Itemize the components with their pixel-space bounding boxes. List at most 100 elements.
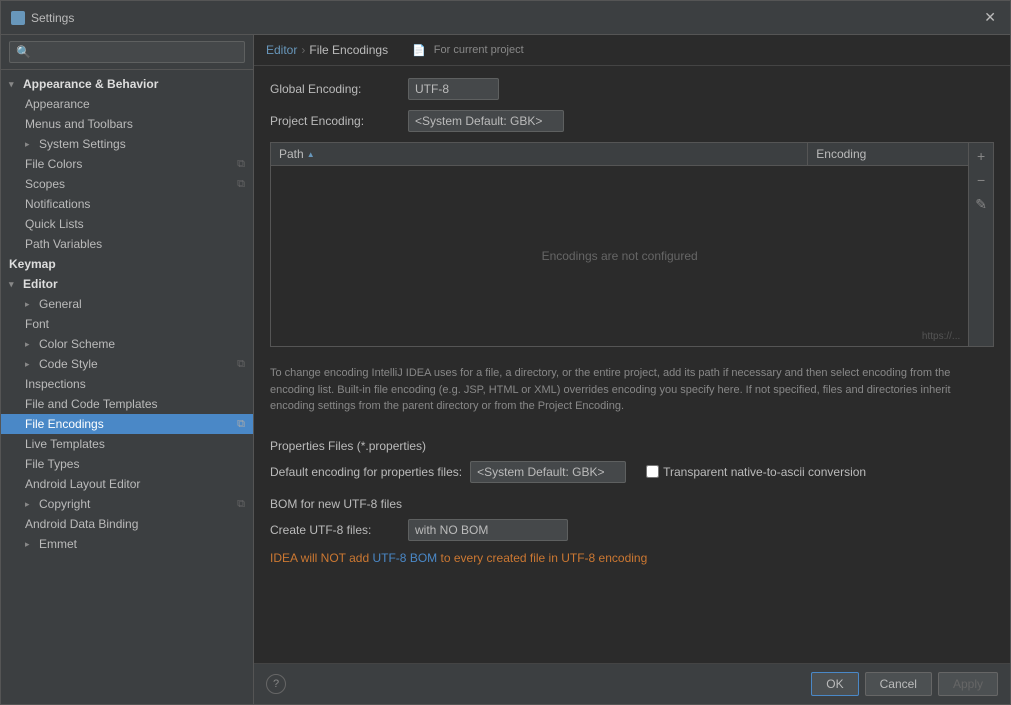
create-utf8-select[interactable]: with NO BOM with BOM: [408, 519, 568, 541]
sidebar-item-file-encodings[interactable]: File Encodings ⧉: [1, 414, 253, 434]
bottom-bar: ? OK Cancel Apply: [254, 663, 1010, 704]
global-encoding-row: Global Encoding: UTF-8 UTF-16 ISO-8859-1…: [270, 78, 994, 100]
bom-section-title: BOM for new UTF-8 files: [270, 493, 994, 511]
add-row-button[interactable]: +: [971, 145, 991, 167]
global-encoding-select[interactable]: UTF-8 UTF-16 ISO-8859-1 GBK: [408, 78, 499, 100]
sidebar-item-quick-lists[interactable]: Quick Lists: [1, 214, 253, 234]
project-encoding-select[interactable]: <System Default: GBK> UTF-8 UTF-16: [408, 110, 564, 132]
sidebar-item-appearance[interactable]: Appearance: [1, 94, 253, 114]
sidebar-item-code-style[interactable]: ▸ Code Style ⧉: [1, 354, 253, 374]
sidebar-item-color-scheme[interactable]: ▸ Color Scheme: [1, 334, 253, 354]
help-button[interactable]: ?: [266, 674, 286, 694]
properties-encoding-select[interactable]: <System Default: GBK> UTF-8 UTF-16: [470, 461, 626, 483]
sort-arrow-path: ▲: [307, 150, 315, 159]
settings-content: Global Encoding: UTF-8 UTF-16 ISO-8859-1…: [254, 66, 1010, 663]
app-icon: [11, 11, 25, 25]
sidebar: ▾ Appearance & Behavior Appearance Menus…: [1, 35, 254, 704]
properties-encoding-label: Default encoding for properties files:: [270, 465, 462, 479]
sidebar-item-live-templates[interactable]: Live Templates: [1, 434, 253, 454]
watermark: https://...: [922, 331, 960, 342]
sidebar-item-keymap[interactable]: Keymap: [1, 254, 253, 274]
breadcrumb-separator: ›: [301, 43, 305, 57]
table-body: Encodings are not configured https://...: [271, 166, 968, 346]
collapse-arrow: ▾: [9, 79, 19, 90]
sidebar-item-editor[interactable]: ▾ Editor: [1, 274, 253, 294]
bom-link[interactable]: UTF-8 BOM: [372, 551, 437, 565]
copy-icon-scopes: ⧉: [237, 178, 245, 191]
search-box: [1, 35, 253, 70]
window-title: Settings: [31, 11, 74, 25]
sidebar-item-android-data-binding[interactable]: Android Data Binding: [1, 514, 253, 534]
sidebar-item-copyright[interactable]: ▸ Copyright ⧉: [1, 494, 253, 514]
bom-warning: IDEA will NOT add UTF-8 BOM to every cre…: [270, 551, 994, 565]
encodings-table-section: Path ▲ Encoding Encodings are not config…: [270, 142, 994, 347]
table-header: Path ▲ Encoding: [271, 143, 968, 166]
properties-encoding-dropdown-wrapper: <System Default: GBK> UTF-8 UTF-16: [470, 461, 626, 483]
settings-window: Settings ✕ ▾ Appearance & Behavior Appea…: [0, 0, 1011, 705]
expand-arrow-general: ▸: [25, 299, 35, 310]
expand-arrow-system: ▸: [25, 139, 35, 150]
remove-row-button[interactable]: −: [971, 169, 991, 191]
ok-button[interactable]: OK: [811, 672, 858, 696]
apply-button[interactable]: Apply: [938, 672, 998, 696]
file-icon: 📄: [412, 44, 426, 57]
sidebar-item-file-colors[interactable]: File Colors ⧉: [1, 154, 253, 174]
sidebar-item-appearance-behavior[interactable]: ▾ Appearance & Behavior: [1, 74, 253, 94]
sidebar-tree: ▾ Appearance & Behavior Appearance Menus…: [1, 70, 253, 704]
sidebar-item-general[interactable]: ▸ General: [1, 294, 253, 314]
sidebar-item-scopes[interactable]: Scopes ⧉: [1, 174, 253, 194]
close-button[interactable]: ✕: [980, 7, 1000, 28]
sidebar-item-font[interactable]: Font: [1, 314, 253, 334]
edit-row-button[interactable]: ✎: [971, 193, 991, 216]
hint-text: To change encoding IntelliJ IDEA uses fo…: [270, 357, 994, 423]
global-encoding-label: Global Encoding:: [270, 82, 400, 96]
sidebar-item-file-code-templates[interactable]: File and Code Templates: [1, 394, 253, 414]
empty-table-message: Encodings are not configured: [542, 249, 698, 263]
main-content: ▾ Appearance & Behavior Appearance Menus…: [1, 35, 1010, 704]
copy-icon-file-colors: ⧉: [237, 158, 245, 171]
collapse-arrow-editor: ▾: [9, 279, 19, 290]
project-encoding-label: Project Encoding:: [270, 114, 400, 128]
create-utf8-label: Create UTF-8 files:: [270, 523, 400, 537]
encodings-table: Path ▲ Encoding Encodings are not config…: [270, 142, 969, 347]
create-utf8-row: Create UTF-8 files: with NO BOM with BOM: [270, 519, 994, 541]
properties-section-title: Properties Files (*.properties): [270, 435, 994, 453]
sidebar-item-menus-toolbars[interactable]: Menus and Toolbars: [1, 114, 253, 134]
global-encoding-dropdown-wrapper: UTF-8 UTF-16 ISO-8859-1 GBK: [408, 78, 499, 100]
search-input[interactable]: [9, 41, 245, 63]
transparent-label: Transparent native-to-ascii conversion: [663, 465, 866, 479]
breadcrumb: Editor › File Encodings 📄 For current pr…: [254, 35, 1010, 66]
table-action-buttons: + − ✎: [969, 142, 994, 347]
sidebar-item-emmet[interactable]: ▸ Emmet: [1, 534, 253, 554]
sidebar-item-notifications[interactable]: Notifications: [1, 194, 253, 214]
copy-icon-code-style: ⧉: [237, 358, 245, 371]
project-encoding-row: Project Encoding: <System Default: GBK> …: [270, 110, 994, 132]
path-label: Path: [279, 147, 304, 161]
breadcrumb-parent[interactable]: Editor: [266, 43, 297, 57]
sidebar-item-system-settings[interactable]: ▸ System Settings: [1, 134, 253, 154]
properties-encoding-row: Default encoding for properties files: <…: [270, 461, 994, 483]
breadcrumb-current: File Encodings: [309, 43, 388, 57]
create-utf8-dropdown-wrapper: with NO BOM with BOM: [408, 519, 568, 541]
project-link[interactable]: For current project: [434, 44, 524, 56]
sidebar-item-path-variables[interactable]: Path Variables: [1, 234, 253, 254]
transparent-checkbox-wrapper: Transparent native-to-ascii conversion: [646, 465, 866, 479]
sidebar-item-file-types[interactable]: File Types: [1, 454, 253, 474]
expand-arrow-code-style: ▸: [25, 359, 35, 370]
expand-arrow-emmet: ▸: [25, 539, 35, 550]
sidebar-item-android-layout-editor[interactable]: Android Layout Editor: [1, 474, 253, 494]
encoding-label: Encoding: [816, 147, 866, 161]
cancel-button[interactable]: Cancel: [865, 672, 932, 696]
titlebar-left: Settings: [11, 11, 74, 25]
copy-icon-file-encodings: ⧉: [237, 418, 245, 431]
path-column-header[interactable]: Path ▲: [271, 143, 808, 165]
expand-arrow-color: ▸: [25, 339, 35, 350]
project-encoding-dropdown-wrapper: <System Default: GBK> UTF-8 UTF-16: [408, 110, 564, 132]
transparent-checkbox[interactable]: [646, 465, 659, 478]
encoding-column-header: Encoding: [808, 143, 968, 165]
expand-arrow-copyright: ▸: [25, 499, 35, 510]
bom-section: BOM for new UTF-8 files Create UTF-8 fil…: [270, 493, 994, 565]
titlebar: Settings ✕: [1, 1, 1010, 35]
sidebar-item-inspections[interactable]: Inspections: [1, 374, 253, 394]
copy-icon-copyright: ⧉: [237, 498, 245, 511]
